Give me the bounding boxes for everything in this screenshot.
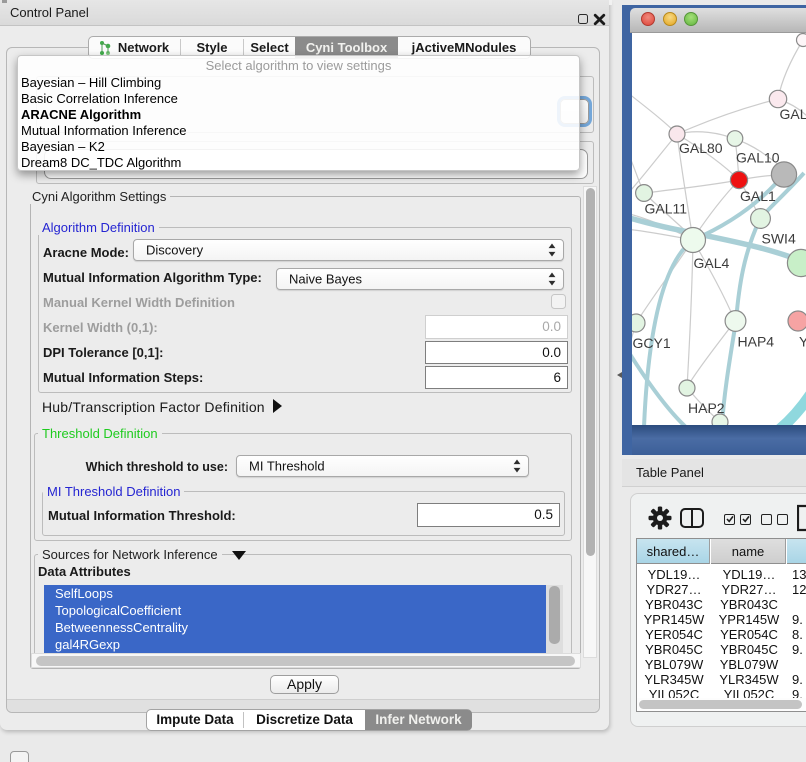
svg-text:GAL1: GAL1 [740,188,776,204]
svg-text:GAL10: GAL10 [736,150,780,166]
svg-text:GAL80: GAL80 [679,140,723,156]
svg-text:GCY1: GCY1 [633,335,671,351]
svg-text:HAP2: HAP2 [688,400,725,416]
svg-text:GAL11: GAL11 [645,201,688,217]
svg-text:GAL4: GAL4 [694,255,730,271]
svg-text:Y: Y [799,334,806,350]
svg-text:HAP4: HAP4 [738,334,775,350]
svg-text:SWI4: SWI4 [762,231,796,247]
svg-text:GAL: GAL [780,106,806,122]
